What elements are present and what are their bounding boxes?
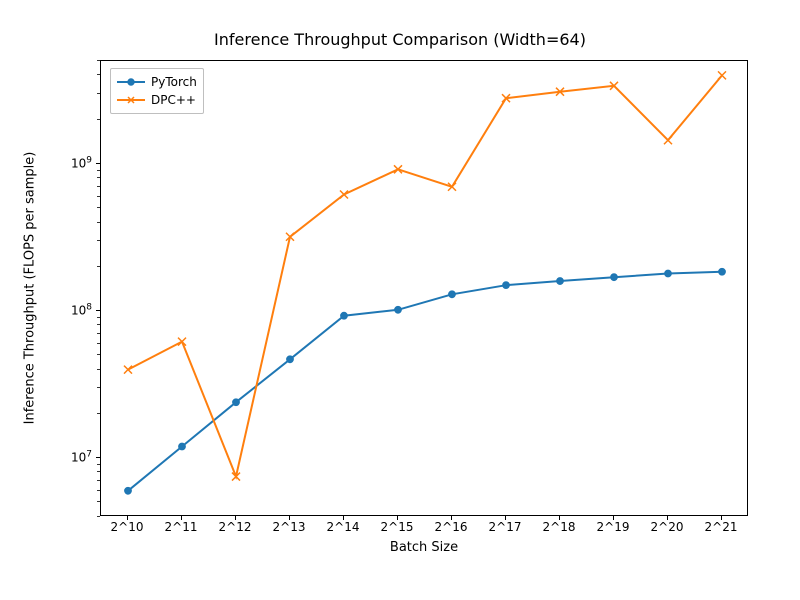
data-point [233, 399, 240, 406]
y-tick-mark [97, 170, 100, 171]
x-tick-mark [721, 516, 722, 520]
y-tick-label: 109 [71, 155, 92, 170]
axes-frame [100, 60, 748, 516]
x-tick-label: 2^17 [489, 520, 522, 534]
y-tick-mark [97, 413, 100, 414]
x-tick-mark [667, 516, 668, 520]
y-axis-label: Inference Throughput (FLOPS per sample) [23, 60, 38, 516]
y-tick-mark [97, 501, 100, 502]
x-tick-mark [397, 516, 398, 520]
x-tick-mark [127, 516, 128, 520]
legend-entry-pytorch: PyTorch [117, 73, 197, 91]
x-tick-label: 2^16 [435, 520, 468, 534]
data-point [719, 268, 726, 275]
data-point [340, 191, 348, 199]
x-tick-mark [343, 516, 344, 520]
data-point [557, 278, 564, 285]
legend: PyTorch DPC++ [110, 68, 204, 114]
data-point [664, 136, 672, 144]
data-point [179, 443, 186, 450]
data-point [503, 282, 510, 289]
x-tick-label: 2^12 [219, 520, 252, 534]
figure: Inference Throughput Comparison (Width=6… [0, 0, 800, 600]
data-point [125, 487, 132, 494]
y-tick-mark [97, 324, 100, 325]
y-tick-mark [97, 369, 100, 370]
x-tick-mark [559, 516, 560, 520]
legend-swatch-pytorch [117, 75, 145, 89]
x-tick-label: 2^13 [273, 520, 306, 534]
y-tick-mark [97, 240, 100, 241]
x-tick-label: 2^10 [111, 520, 144, 534]
x-tick-label: 2^19 [597, 520, 630, 534]
data-point [449, 291, 456, 298]
x-tick-mark [181, 516, 182, 520]
plot-layer [101, 61, 749, 517]
x-tick-label: 2^18 [543, 520, 576, 534]
data-point [718, 71, 726, 79]
data-point [124, 366, 132, 374]
y-tick-mark [97, 387, 100, 388]
chart-title: Inference Throughput Comparison (Width=6… [0, 30, 800, 49]
x-tick-label: 2^21 [705, 520, 738, 534]
y-tick-mark [96, 163, 100, 164]
series-line-pytorch [128, 272, 722, 491]
x-tick-label: 2^14 [327, 520, 360, 534]
y-tick-mark [97, 490, 100, 491]
data-point [341, 312, 348, 319]
x-tick-label: 2^15 [381, 520, 414, 534]
y-tick-mark [97, 354, 100, 355]
data-point [287, 356, 294, 363]
y-tick-mark [97, 186, 100, 187]
x-tick-mark [289, 516, 290, 520]
y-tick-mark [96, 310, 100, 311]
y-tick-mark [97, 516, 100, 517]
y-tick-label: 107 [71, 450, 92, 465]
y-tick-mark [97, 196, 100, 197]
y-tick-mark [97, 471, 100, 472]
data-point [395, 306, 402, 313]
y-tick-mark [97, 317, 100, 318]
y-tick-mark [97, 177, 100, 178]
y-tick-mark [97, 222, 100, 223]
x-tick-mark [613, 516, 614, 520]
data-point [178, 338, 186, 346]
legend-swatch-dpcpp [117, 93, 145, 107]
y-tick-mark [97, 480, 100, 481]
y-tick-mark [97, 266, 100, 267]
x-tick-mark [451, 516, 452, 520]
legend-entry-dpcpp: DPC++ [117, 91, 197, 109]
x-tick-mark [235, 516, 236, 520]
y-tick-mark [97, 464, 100, 465]
y-tick-mark [97, 60, 100, 61]
x-tick-mark [505, 516, 506, 520]
x-axis-label: Batch Size [100, 540, 748, 555]
legend-label: DPC++ [151, 93, 196, 107]
y-tick-mark [97, 93, 100, 94]
legend-label: PyTorch [151, 75, 197, 89]
data-point [611, 274, 618, 281]
y-tick-mark [97, 343, 100, 344]
y-tick-label: 108 [71, 303, 92, 318]
y-tick-mark [97, 333, 100, 334]
y-tick-mark [97, 119, 100, 120]
x-tick-label: 2^20 [651, 520, 684, 534]
x-tick-label: 2^11 [165, 520, 198, 534]
y-tick-mark [97, 74, 100, 75]
y-tick-mark [97, 207, 100, 208]
y-tick-mark [96, 457, 100, 458]
data-point [665, 270, 672, 277]
